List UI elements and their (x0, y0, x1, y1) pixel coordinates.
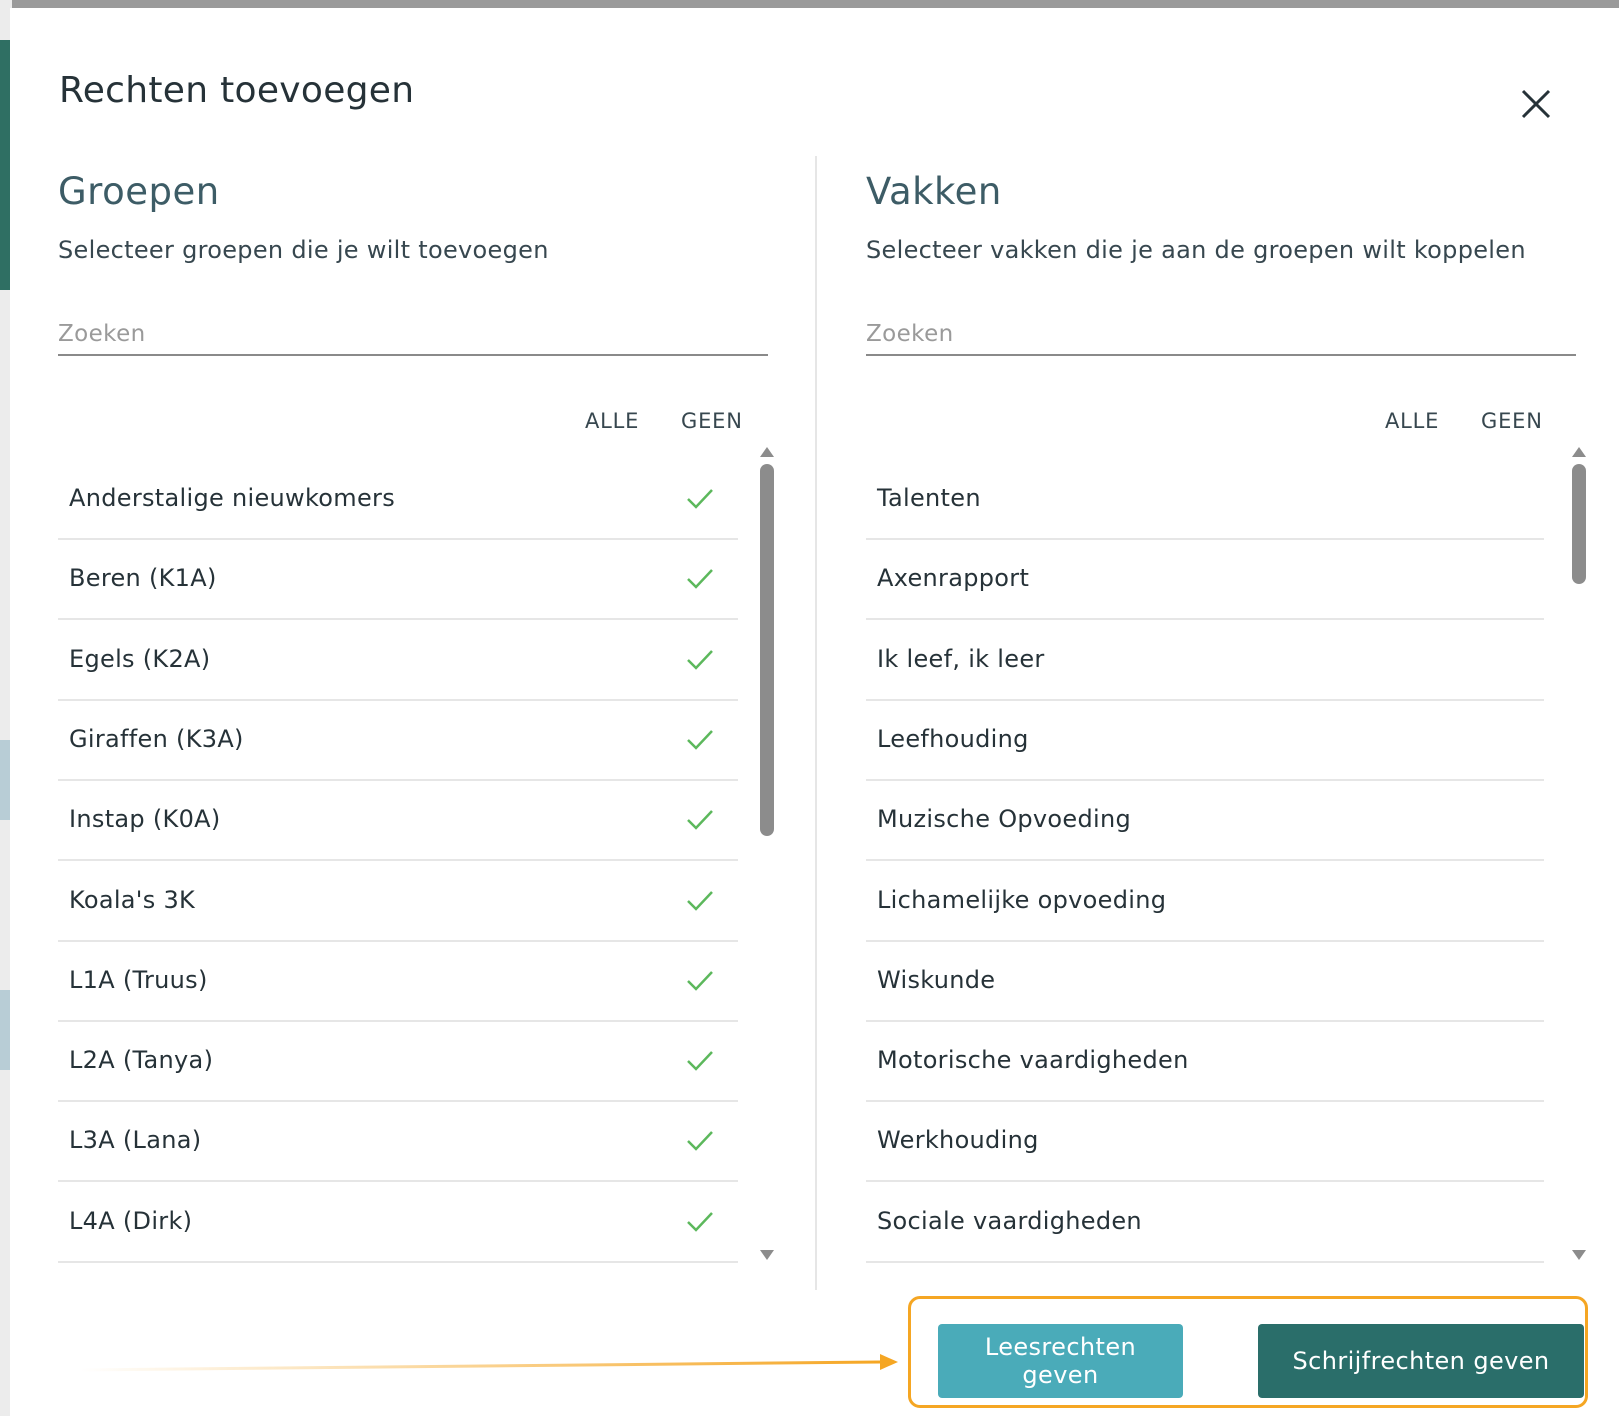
list-item[interactable]: Talenten (866, 456, 1544, 540)
list-item-label: Giraffen (K3A) (69, 724, 244, 753)
list-item[interactable]: Giraffen (K3A) (58, 697, 738, 781)
list-item-label: Lichamelijke opvoeding (877, 885, 1167, 914)
checkmark-icon (687, 489, 713, 509)
list-item[interactable]: L1A (Truus) (58, 938, 738, 1022)
groups-subtitle: Selecteer groepen die je wilt toevoegen (58, 236, 549, 264)
list-item[interactable]: Sociale vaardigheden (866, 1179, 1544, 1263)
checkmark-icon (687, 649, 713, 670)
list-item-label: L3A (Lana) (69, 1126, 202, 1155)
list-item-label: Motorische vaardigheden (877, 1046, 1189, 1075)
checkmark-icon (687, 1211, 713, 1232)
list-item-label: Egels (K2A) (69, 644, 211, 673)
annotation-arrow-icon (80, 1354, 898, 1372)
list-item-label: Werkhouding (877, 1126, 1039, 1155)
checkmark-icon (687, 569, 713, 590)
checkmark-icon (687, 730, 713, 750)
list-item-label: Axenrapport (877, 564, 1030, 593)
list-item[interactable]: L4A (Dirk) (58, 1179, 738, 1263)
scroll-down-arrow-icon[interactable] (759, 1249, 775, 1261)
subjects-select-none-button[interactable]: GEEN (1481, 409, 1543, 433)
list-item-label: L1A (Truus) (69, 965, 208, 994)
checkmark-icon (687, 1051, 713, 1071)
list-item[interactable]: L3A (Lana) (58, 1098, 738, 1183)
list-item[interactable]: Instap (K0A) (58, 777, 738, 862)
groups-search-input[interactable] (58, 314, 768, 356)
subjects-panel: Vakken Selecteer vakken die je aan de gr… (865, 156, 1586, 1290)
list-item-label: L4A (Dirk) (69, 1206, 193, 1235)
subjects-select-all-button[interactable]: ALLE (1385, 409, 1439, 433)
scroll-up-arrow-icon[interactable] (759, 446, 775, 458)
list-item[interactable]: Motorische vaardigheden (866, 1018, 1544, 1103)
list-item[interactable]: Egels (K2A) (58, 617, 738, 701)
list-item[interactable]: Ik leef, ik leer (866, 617, 1544, 701)
scroll-down-arrow-icon[interactable] (1571, 1249, 1587, 1261)
list-item[interactable]: L2A (Tanya) (58, 1018, 738, 1103)
list-item-label: Anderstalige nieuwkomers (69, 484, 396, 512)
list-item-label: Beren (K1A) (69, 564, 217, 593)
panel-divider (815, 156, 817, 1290)
list-item[interactable]: Lichamelijke opvoeding (866, 858, 1544, 942)
subjects-scroll-thumb[interactable] (1572, 464, 1586, 584)
list-item-label: Instap (K0A) (69, 805, 221, 834)
groups-select-all-button[interactable]: ALLE (585, 409, 639, 433)
give-read-rights-button[interactable]: Leesrechten geven (938, 1324, 1183, 1398)
list-item-label: Talenten (877, 484, 981, 512)
subjects-search-input[interactable] (866, 314, 1576, 356)
list-item[interactable]: Anderstalige nieuwkomers (58, 456, 738, 540)
list-item-label: L2A (Tanya) (69, 1046, 214, 1075)
list-item[interactable]: Beren (K1A) (58, 536, 738, 621)
groups-scrollbar[interactable] (757, 446, 777, 1261)
close-button[interactable] (1514, 82, 1558, 126)
list-item[interactable]: Werkhouding (866, 1098, 1544, 1183)
groups-select-none-button[interactable]: GEEN (681, 409, 743, 433)
subjects-title: Vakken (866, 170, 1002, 213)
list-item-label: Wiskunde (877, 965, 996, 994)
list-item[interactable]: Leefhouding (866, 697, 1544, 781)
groups-scroll-thumb[interactable] (760, 464, 774, 836)
list-item-label: Koala's 3K (69, 885, 196, 914)
give-write-rights-button[interactable]: Schrijfrechten geven (1258, 1324, 1584, 1398)
groups-panel: Groepen Selecteer groepen die je wilt to… (57, 156, 774, 1290)
list-item-label: Ik leef, ik leer (877, 644, 1045, 673)
scroll-up-arrow-icon[interactable] (1571, 446, 1587, 458)
list-item-label: Leefhouding (877, 724, 1029, 753)
groups-title: Groepen (58, 170, 220, 213)
close-icon (1521, 89, 1551, 119)
checkmark-icon (687, 890, 713, 911)
checkmark-icon (687, 810, 713, 830)
list-item[interactable]: Axenrapport (866, 536, 1544, 621)
checkmark-icon (687, 970, 713, 991)
list-item-label: Muzische Opvoeding (877, 805, 1132, 834)
add-rights-modal: Rechten toevoegen Groepen Selecteer groe… (10, 8, 1619, 1416)
subjects-scrollbar[interactable] (1569, 446, 1589, 1261)
checkmark-icon (687, 1131, 713, 1152)
list-item[interactable]: Koala's 3K (58, 858, 738, 942)
list-item[interactable]: Muzische Opvoeding (866, 777, 1544, 862)
subjects-subtitle: Selecteer vakken die je aan de groepen w… (866, 236, 1526, 264)
list-item[interactable]: Wiskunde (866, 938, 1544, 1022)
list-item-label: Sociale vaardigheden (877, 1206, 1142, 1235)
modal-title: Rechten toevoegen (59, 70, 415, 111)
